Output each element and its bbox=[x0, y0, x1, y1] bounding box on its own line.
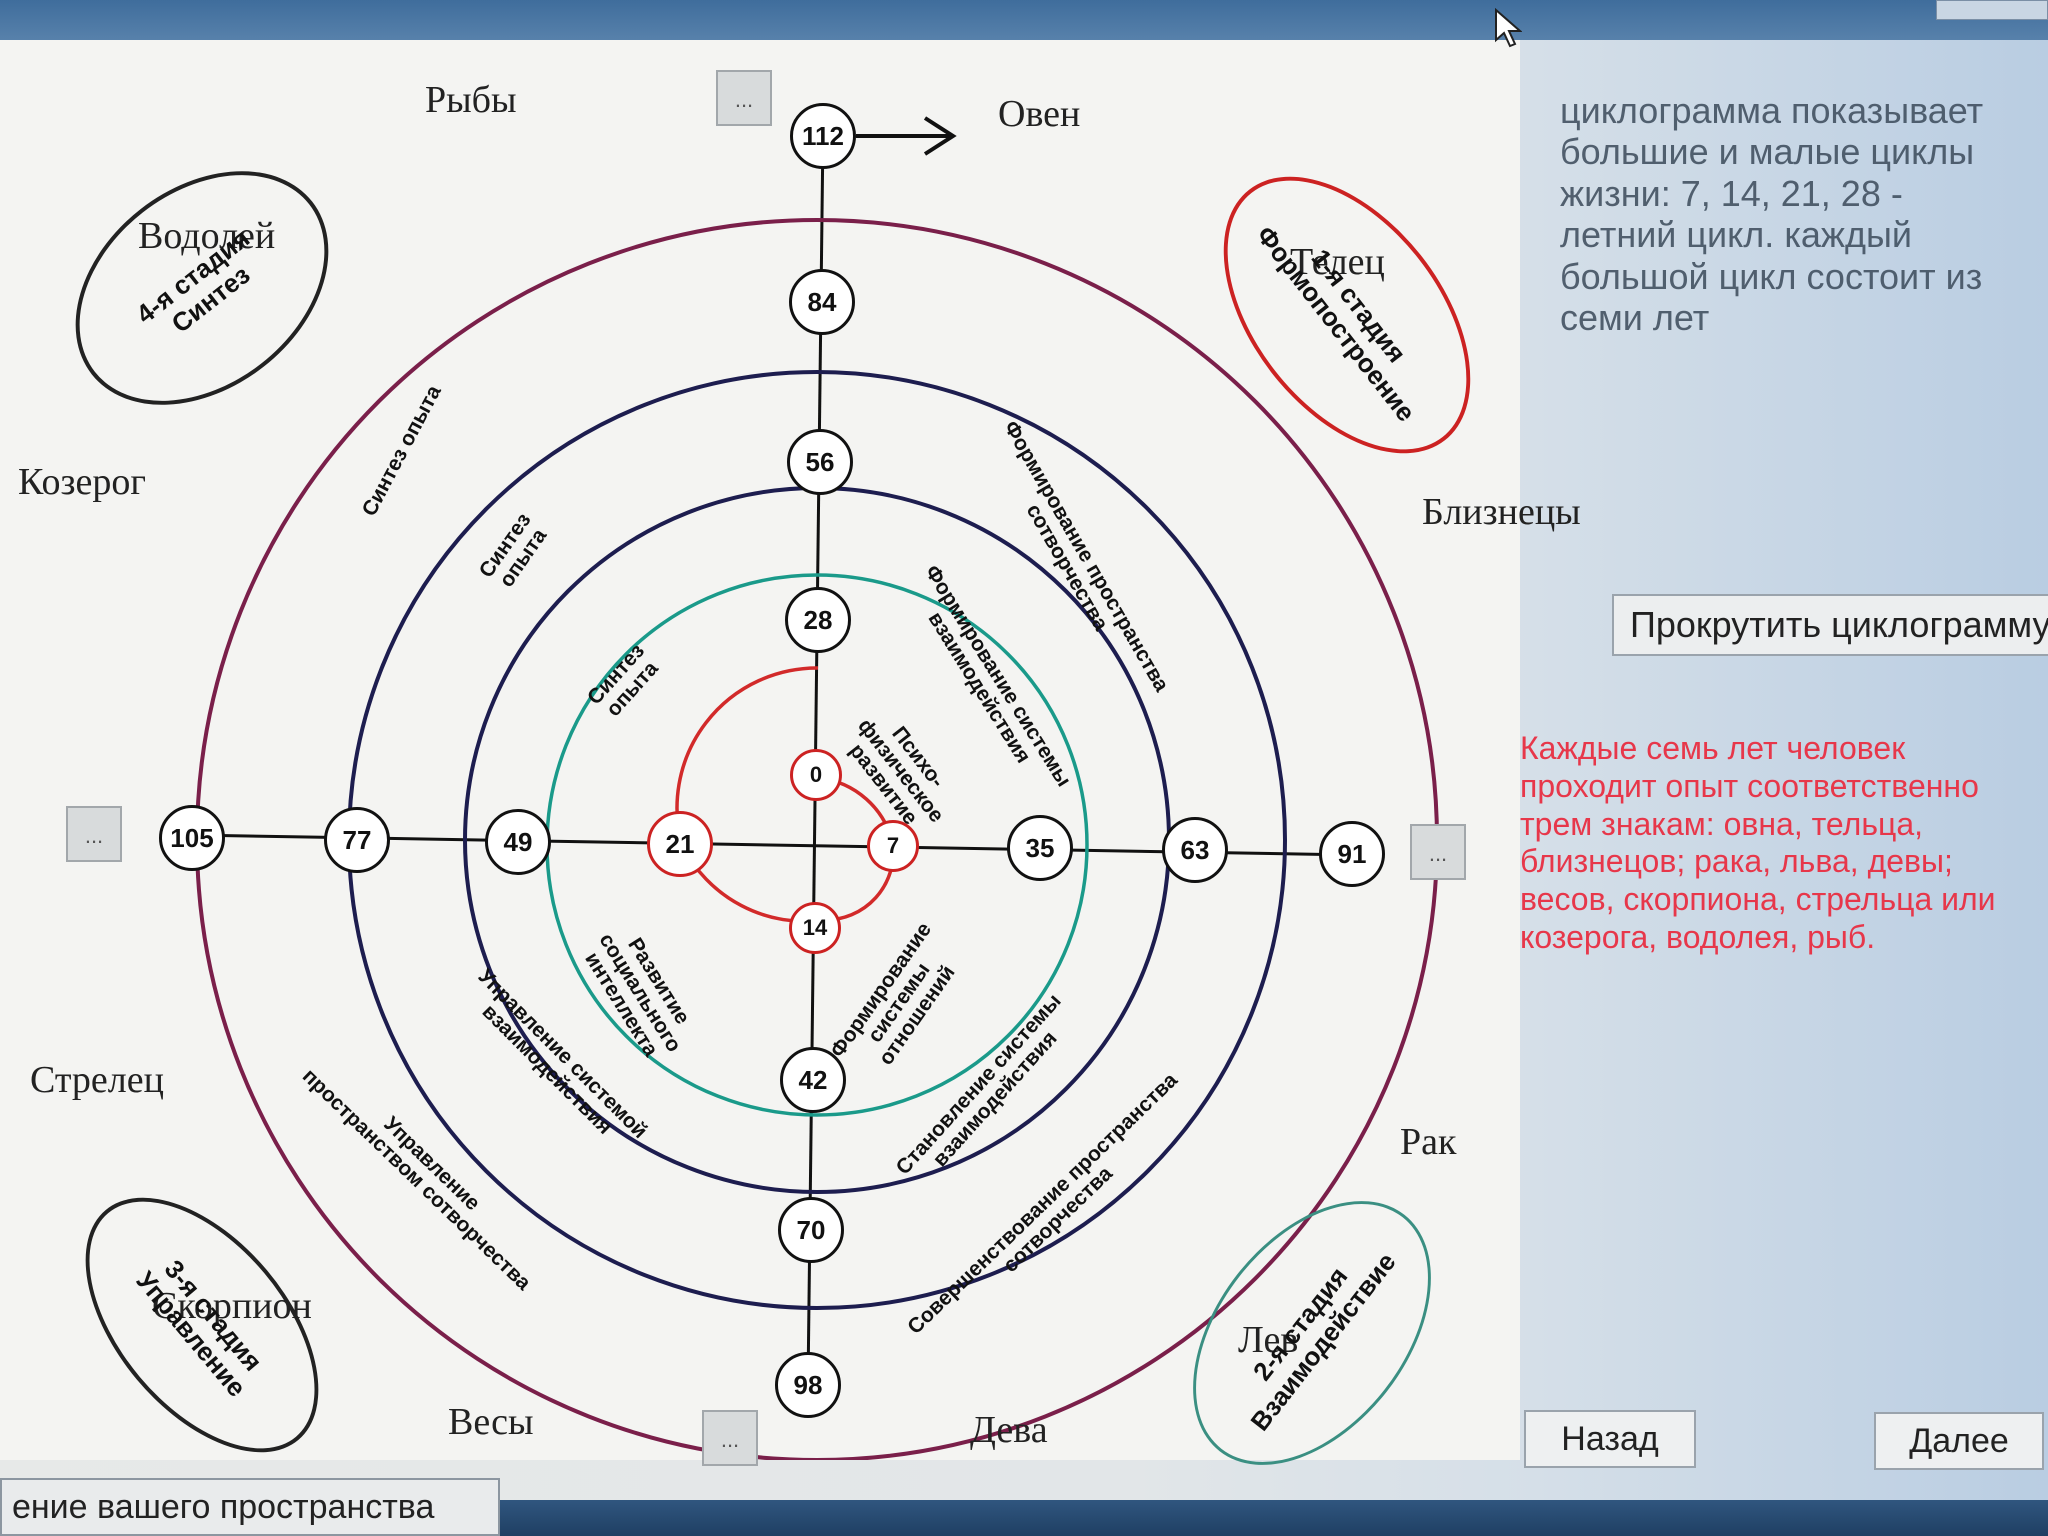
node-105: 105 bbox=[159, 805, 225, 871]
close-button[interactable] bbox=[1936, 0, 2048, 20]
node-28: 28 bbox=[785, 587, 851, 653]
zodiac-oven: Овен bbox=[998, 93, 1081, 135]
stage-2-text: 2-я стадия Взаимодействие bbox=[1244, 1246, 1402, 1437]
seven-years-description: Каждые семь лет человек проходит опыт со… bbox=[1520, 730, 1996, 955]
node-14: 14 bbox=[789, 902, 841, 954]
mouse-cursor-icon bbox=[1495, 8, 1522, 48]
zodiac-kozerog: Козерог bbox=[18, 461, 146, 503]
bottom-status-field: ение вашего пространства bbox=[0, 1478, 500, 1536]
stage-4-text: 4-я стадия Синтез bbox=[130, 223, 256, 339]
zodiac-bliznetsy: Близнецы bbox=[1422, 491, 1581, 533]
node-98: 98 bbox=[775, 1352, 841, 1418]
taskbar bbox=[500, 1500, 2048, 1536]
info-description: циклограмма показывает большие и малые ц… bbox=[1560, 90, 1984, 338]
node-70: 70 bbox=[778, 1197, 844, 1263]
zodiac-strelets: Стрелец bbox=[30, 1059, 164, 1101]
node-112: 112 bbox=[790, 103, 856, 169]
node-0: 0 bbox=[790, 749, 842, 801]
stage-3-text: 3-я стадия Управление bbox=[130, 1254, 268, 1403]
scroll-cyclogram-button[interactable]: Прокрутить циклограмму bbox=[1612, 594, 2048, 656]
node-56: 56 bbox=[787, 429, 853, 495]
node-35: 35 bbox=[1007, 815, 1073, 881]
dots-button-top[interactable]: ... bbox=[716, 70, 772, 126]
dots-button-left[interactable]: ... bbox=[66, 806, 122, 862]
node-91: 91 bbox=[1319, 821, 1385, 887]
node-49: 49 bbox=[485, 809, 551, 875]
cyclogram-canvas: Рыбы Овен Водолей Телец Козерог Близнецы… bbox=[0, 40, 1581, 1510]
dots-button-bottom[interactable]: ... bbox=[702, 1410, 758, 1466]
back-button[interactable]: Назад bbox=[1524, 1410, 1696, 1468]
node-21: 21 bbox=[647, 811, 713, 877]
red-spiral bbox=[675, 666, 896, 924]
zodiac-rak: Рак bbox=[1400, 1121, 1457, 1163]
next-button[interactable]: Далее bbox=[1874, 1412, 2044, 1470]
zodiac-deva: Дева bbox=[970, 1409, 1048, 1451]
node-77: 77 bbox=[324, 807, 390, 873]
node-63: 63 bbox=[1162, 817, 1228, 883]
dots-button-right[interactable]: ... bbox=[1410, 824, 1466, 880]
node-84: 84 bbox=[789, 269, 855, 335]
node-42: 42 bbox=[780, 1047, 846, 1113]
zodiac-ryby: Рыбы bbox=[425, 79, 517, 121]
node-7: 7 bbox=[867, 820, 919, 872]
zodiac-vesy: Весы bbox=[448, 1401, 534, 1443]
